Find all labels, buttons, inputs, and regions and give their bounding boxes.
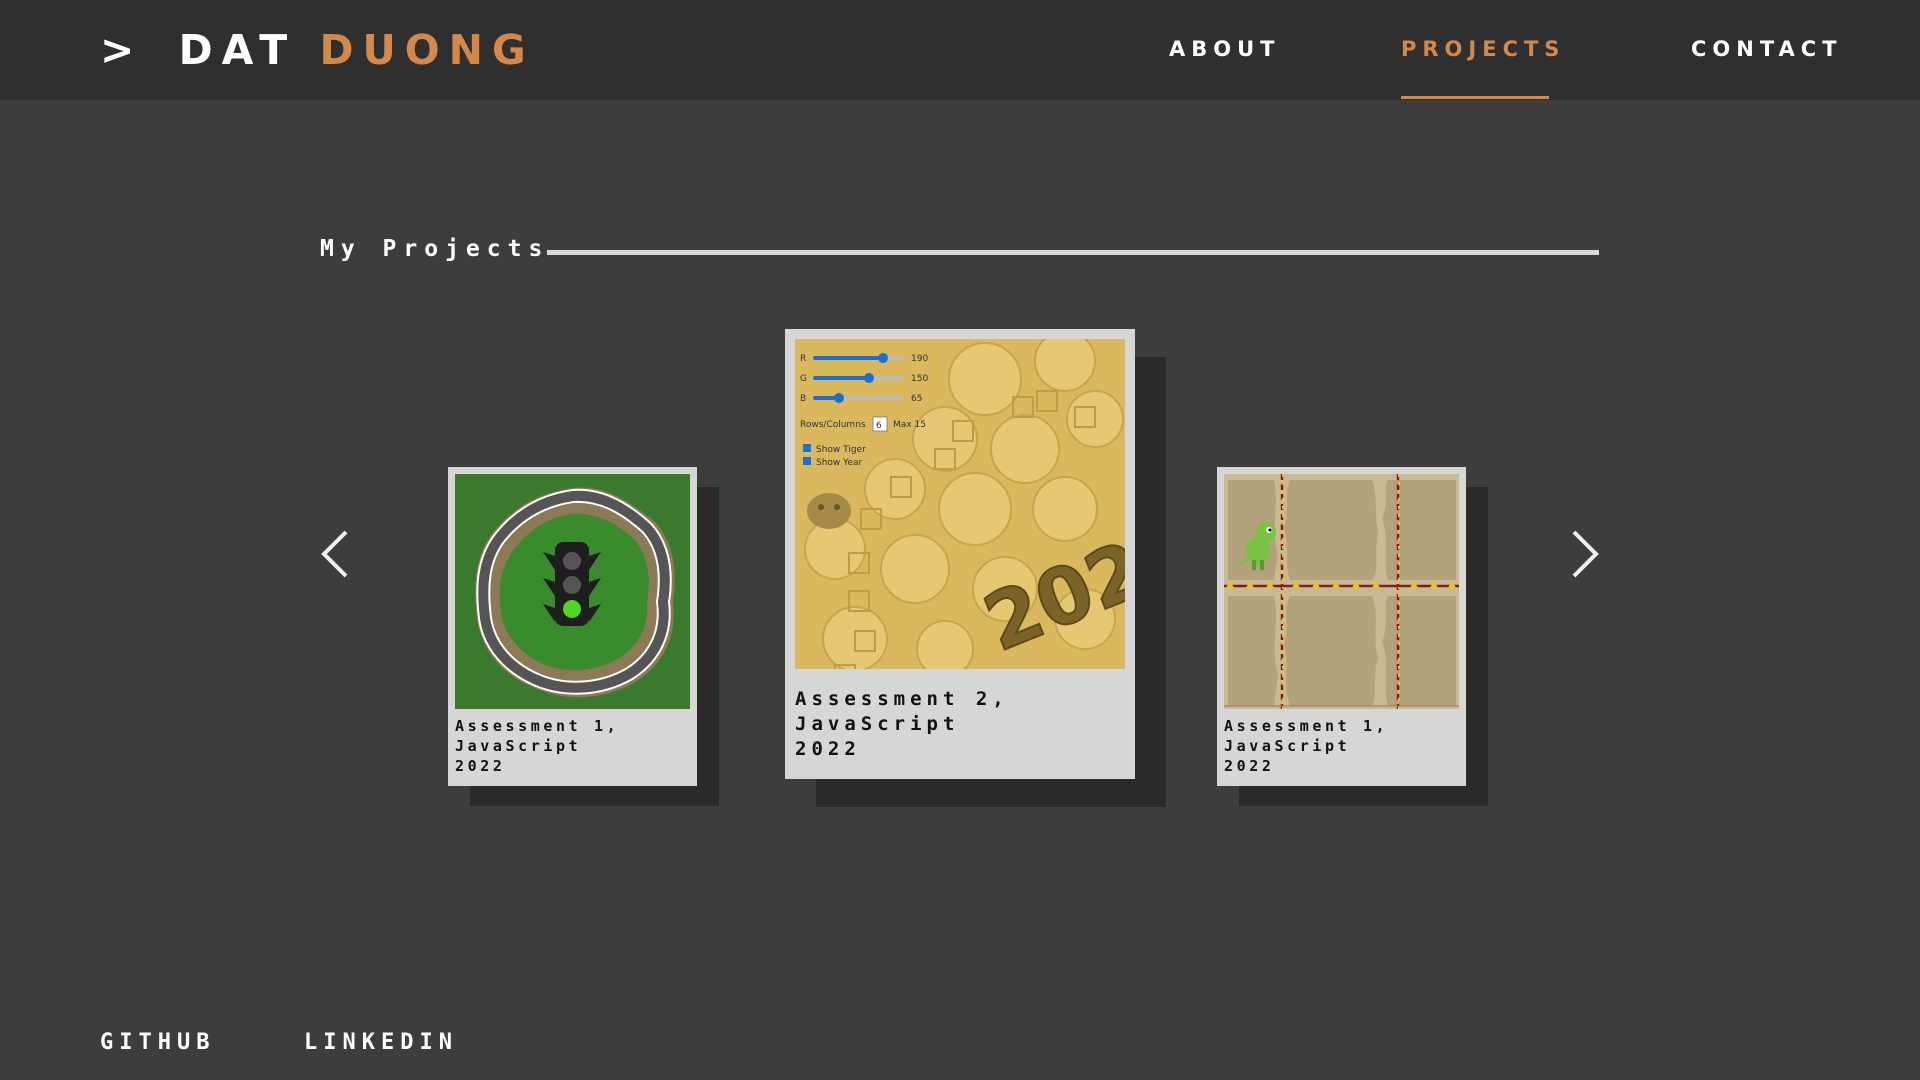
svg-text:G: G [800, 374, 807, 384]
svg-text:Show Tiger: Show Tiger [816, 445, 866, 455]
svg-text:R: R [800, 354, 806, 364]
logo-prompt: > [100, 26, 144, 74]
footer-github-link[interactable]: GITHUB [100, 1030, 215, 1055]
project-card-1[interactable]: Assessment 1, JavaScript 2022 [448, 467, 697, 786]
footer-linkedin-link[interactable]: LINKEDIN [304, 1030, 458, 1055]
section-title: My Projects [320, 236, 550, 262]
section-divider [547, 250, 1599, 255]
project-card-3[interactable]: Assessment 1, JavaScript 2022 [1217, 467, 1466, 786]
project-thumbnail-dinosaur-grid [1224, 474, 1459, 709]
project-thumbnail-race-track [455, 474, 690, 709]
svg-text:B: B [800, 394, 806, 404]
project-caption: Assessment 2, JavaScript 2022 [795, 688, 1009, 760]
nav-projects[interactable]: PROJECTS [1401, 37, 1565, 61]
chevron-left-icon[interactable] [318, 528, 352, 580]
svg-text:Max 15: Max 15 [893, 420, 926, 430]
svg-text:Rows/Columns: Rows/Columns [800, 420, 866, 430]
svg-text:65: 65 [911, 394, 922, 404]
project-thumbnail-golden-coins: 2022 R 190 G 150 B 65 Rows/Columns 6 Max… [795, 339, 1125, 669]
logo-last-name: DUONG [319, 26, 535, 74]
project-caption: Assessment 1, JavaScript 2022 [455, 717, 620, 775]
site-logo[interactable]: > DAT DUONG [100, 26, 535, 74]
chevron-right-icon[interactable] [1568, 528, 1602, 580]
svg-text:Show Year: Show Year [816, 458, 862, 468]
svg-text:6: 6 [876, 421, 882, 431]
nav-active-underline [1401, 96, 1549, 99]
svg-text:150: 150 [911, 374, 928, 384]
nav-about[interactable]: ABOUT [1169, 37, 1281, 61]
project-card-2[interactable]: 2022 R 190 G 150 B 65 Rows/Columns 6 Max… [785, 329, 1135, 779]
svg-text:190: 190 [911, 354, 928, 364]
logo-first-name: DAT [178, 26, 297, 74]
project-caption: Assessment 1, JavaScript 2022 [1224, 717, 1389, 775]
site-header: > DAT DUONG ABOUT PROJECTS CONTACT [0, 0, 1920, 100]
nav-contact[interactable]: CONTACT [1691, 37, 1843, 61]
